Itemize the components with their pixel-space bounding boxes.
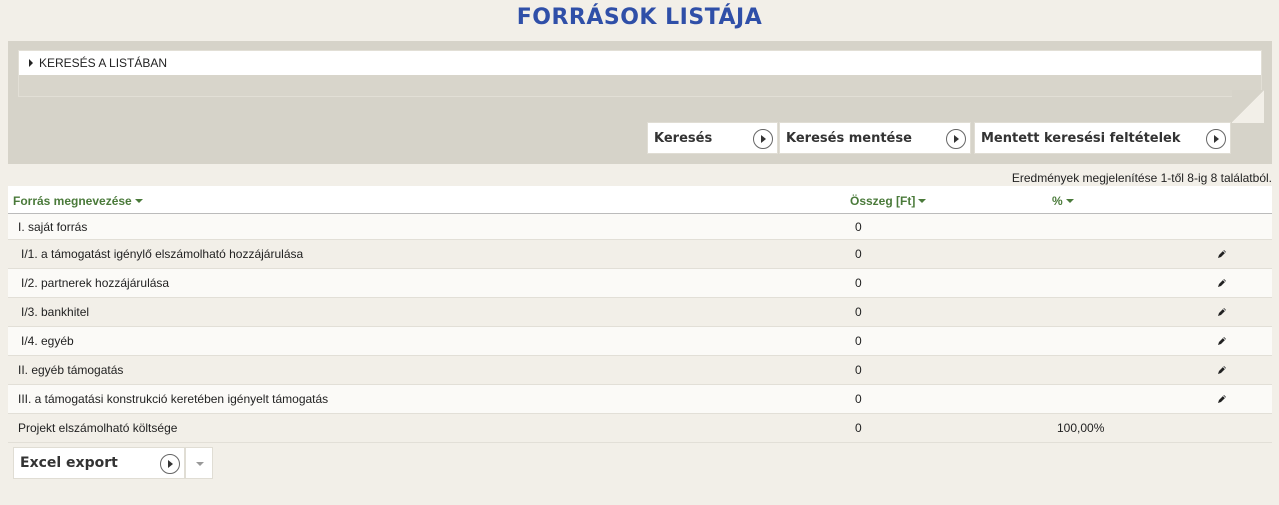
saved-criteria-button-label: Mentett keresési feltételek xyxy=(981,130,1181,146)
source-name: I. saját forrás xyxy=(18,219,88,234)
source-name: I/2. partnerek hozzájárulása xyxy=(21,276,170,290)
search-panel: KERESÉS A LISTÁBAN Keresés Keresés menté… xyxy=(8,41,1272,164)
pencil-icon[interactable] xyxy=(1217,307,1227,317)
search-box: KERESÉS A LISTÁBAN xyxy=(18,50,1262,97)
search-toggle[interactable]: KERESÉS A LISTÁBAN xyxy=(19,51,1261,75)
sort-down-icon xyxy=(134,199,143,203)
play-circle-icon xyxy=(946,129,966,149)
source-sum: 0 xyxy=(855,334,862,348)
table-row: II. egyéb támogatás 0 xyxy=(8,356,1272,385)
column-header-sum-label: Összeg [Ft] xyxy=(850,194,916,208)
play-circle-icon xyxy=(1206,129,1226,149)
source-name: I/3. bankhitel xyxy=(21,305,90,319)
source-sum: 0 xyxy=(855,363,862,377)
sort-down-icon xyxy=(918,199,927,203)
page-fold-corner xyxy=(1232,90,1264,123)
sources-table: Forrás megnevezése Összeg [Ft] % I. sajá… xyxy=(8,186,1272,443)
source-name: I/1. a támogatást igénylő elszámolható h… xyxy=(21,247,304,261)
save-search-button[interactable]: Keresés mentése xyxy=(779,122,971,154)
caret-right-icon xyxy=(29,59,33,67)
column-header-name-label: Forrás megnevezése xyxy=(13,194,132,208)
source-sum: 0 xyxy=(855,276,862,290)
excel-export-button[interactable]: Excel export xyxy=(13,447,185,479)
table-row: I/2. partnerek hozzájárulása 0 xyxy=(8,269,1272,298)
search-button-label: Keresés xyxy=(654,130,713,146)
table-row: I/4. egyéb 0 xyxy=(8,327,1272,356)
excel-export-label: Excel export xyxy=(20,455,118,471)
column-header-pct-label: % xyxy=(1052,194,1063,208)
source-name: III. a támogatási konstrukció keretében … xyxy=(18,392,329,406)
source-sum: 0 xyxy=(855,421,862,435)
table-row: I/1. a támogatást igénylő elszámolható h… xyxy=(8,240,1272,269)
result-info: Eredmények megjelenítése 1-től 8-ig 8 ta… xyxy=(1011,171,1272,185)
table-row: III. a támogatási konstrukció keretében … xyxy=(8,385,1272,414)
play-circle-icon xyxy=(160,454,180,474)
source-pct: 100,00% xyxy=(1057,421,1105,435)
play-circle-icon xyxy=(753,129,773,149)
source-name: I/4. egyéb xyxy=(21,334,74,348)
page-title: FORRÁSOK LISTÁJA xyxy=(516,5,763,30)
pencil-icon[interactable] xyxy=(1217,394,1227,404)
column-header-name[interactable]: Forrás megnevezése xyxy=(13,194,143,208)
source-name: II. egyéb támogatás xyxy=(18,363,124,377)
source-sum: 0 xyxy=(855,305,862,319)
save-search-button-label: Keresés mentése xyxy=(786,130,912,146)
pencil-icon[interactable] xyxy=(1217,336,1227,346)
source-name: Projekt elszámolható költsége xyxy=(18,421,178,435)
sort-down-icon xyxy=(1065,199,1074,203)
table-row: Projekt elszámolható költsége 0 100,00% xyxy=(8,414,1272,443)
table-row: I. saját forrás 0 xyxy=(8,214,1272,240)
table-body: I. saját forrás 0 I/1. a támogatást igényl… xyxy=(8,214,1272,443)
source-sum: 0 xyxy=(855,392,862,406)
source-sum: 0 xyxy=(855,247,862,261)
column-header-sum[interactable]: Összeg [Ft] xyxy=(850,194,927,208)
pencil-icon[interactable] xyxy=(1217,365,1227,375)
search-button[interactable]: Keresés xyxy=(647,122,778,154)
saved-criteria-button[interactable]: Mentett keresési feltételek xyxy=(974,122,1231,154)
source-sum: 0 xyxy=(855,219,862,234)
table-header: Forrás megnevezése Összeg [Ft] % xyxy=(8,186,1272,214)
search-toggle-label: KERESÉS A LISTÁBAN xyxy=(39,56,168,70)
column-header-pct[interactable]: % xyxy=(1052,194,1074,208)
pencil-icon[interactable] xyxy=(1217,249,1227,259)
table-row: I/3. bankhitel 0 xyxy=(8,298,1272,327)
pencil-icon[interactable] xyxy=(1217,278,1227,288)
export-dropdown-toggle[interactable] xyxy=(185,447,213,479)
